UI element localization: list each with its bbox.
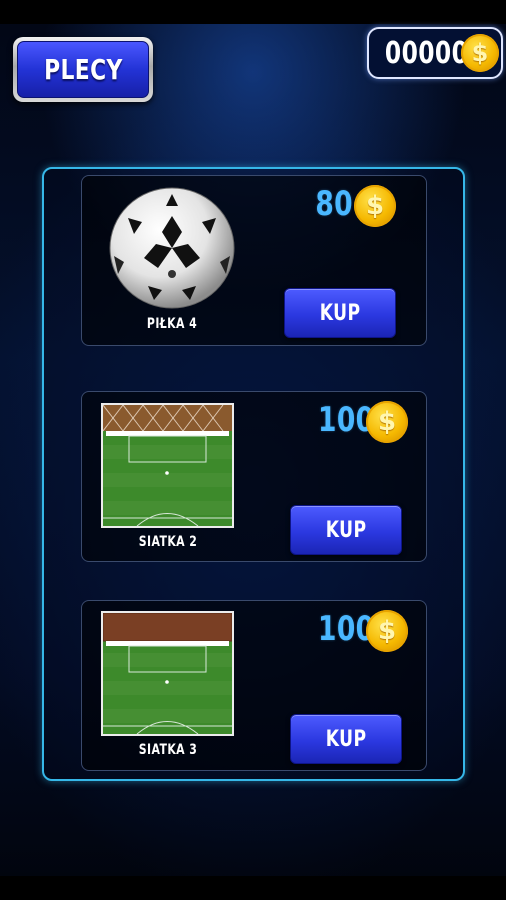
coin-symbol: $ [377,407,397,437]
shop-item-net-2: SIATKA 2 100 $ KUP [81,391,427,562]
pitch-icon [103,613,232,734]
buy-button[interactable]: KUP [290,714,402,764]
goal-net-preview [101,403,234,528]
coin-icon: $ [366,610,408,652]
item-label: PIŁKA 4 [146,316,198,332]
coin-balance-value: 00000 [384,36,469,71]
item-label: SIATKA 3 [138,742,198,758]
coin-icon: $ [354,185,396,227]
coin-icon: $ [461,34,499,72]
buy-button[interactable]: KUP [290,505,402,555]
back-button-label: PLECY [43,53,123,86]
buy-button-label: KUP [325,726,367,752]
coin-symbol: $ [377,616,397,646]
back-button-face[interactable]: PLECY [17,41,149,98]
shop-item-net-3: SIATKA 3 100 $ KUP [81,600,427,771]
pitch-icon [103,405,232,526]
coin-balance: 00000 $ [367,27,503,79]
item-label: SIATKA 2 [138,534,198,550]
buy-button-label: KUP [325,517,367,543]
buy-button[interactable]: KUP [284,288,396,338]
shop-screen: PLECY 00000 $ PIŁKA 4 80 $ KUP SIATKA 2 … [0,0,506,900]
coin-symbol: $ [365,191,385,221]
coin-symbol: $ [471,39,489,67]
back-button[interactable]: PLECY [13,37,153,102]
top-letterbox [0,0,506,24]
coin-icon: $ [366,401,408,443]
shop-item-ball-4: PIŁKA 4 80 $ KUP [81,175,427,346]
buy-button-label: KUP [319,300,361,326]
item-price: 80 [315,184,354,224]
goal-net-preview [101,611,234,736]
soccer-ball-icon [109,187,235,309]
bottom-letterbox [0,876,506,900]
